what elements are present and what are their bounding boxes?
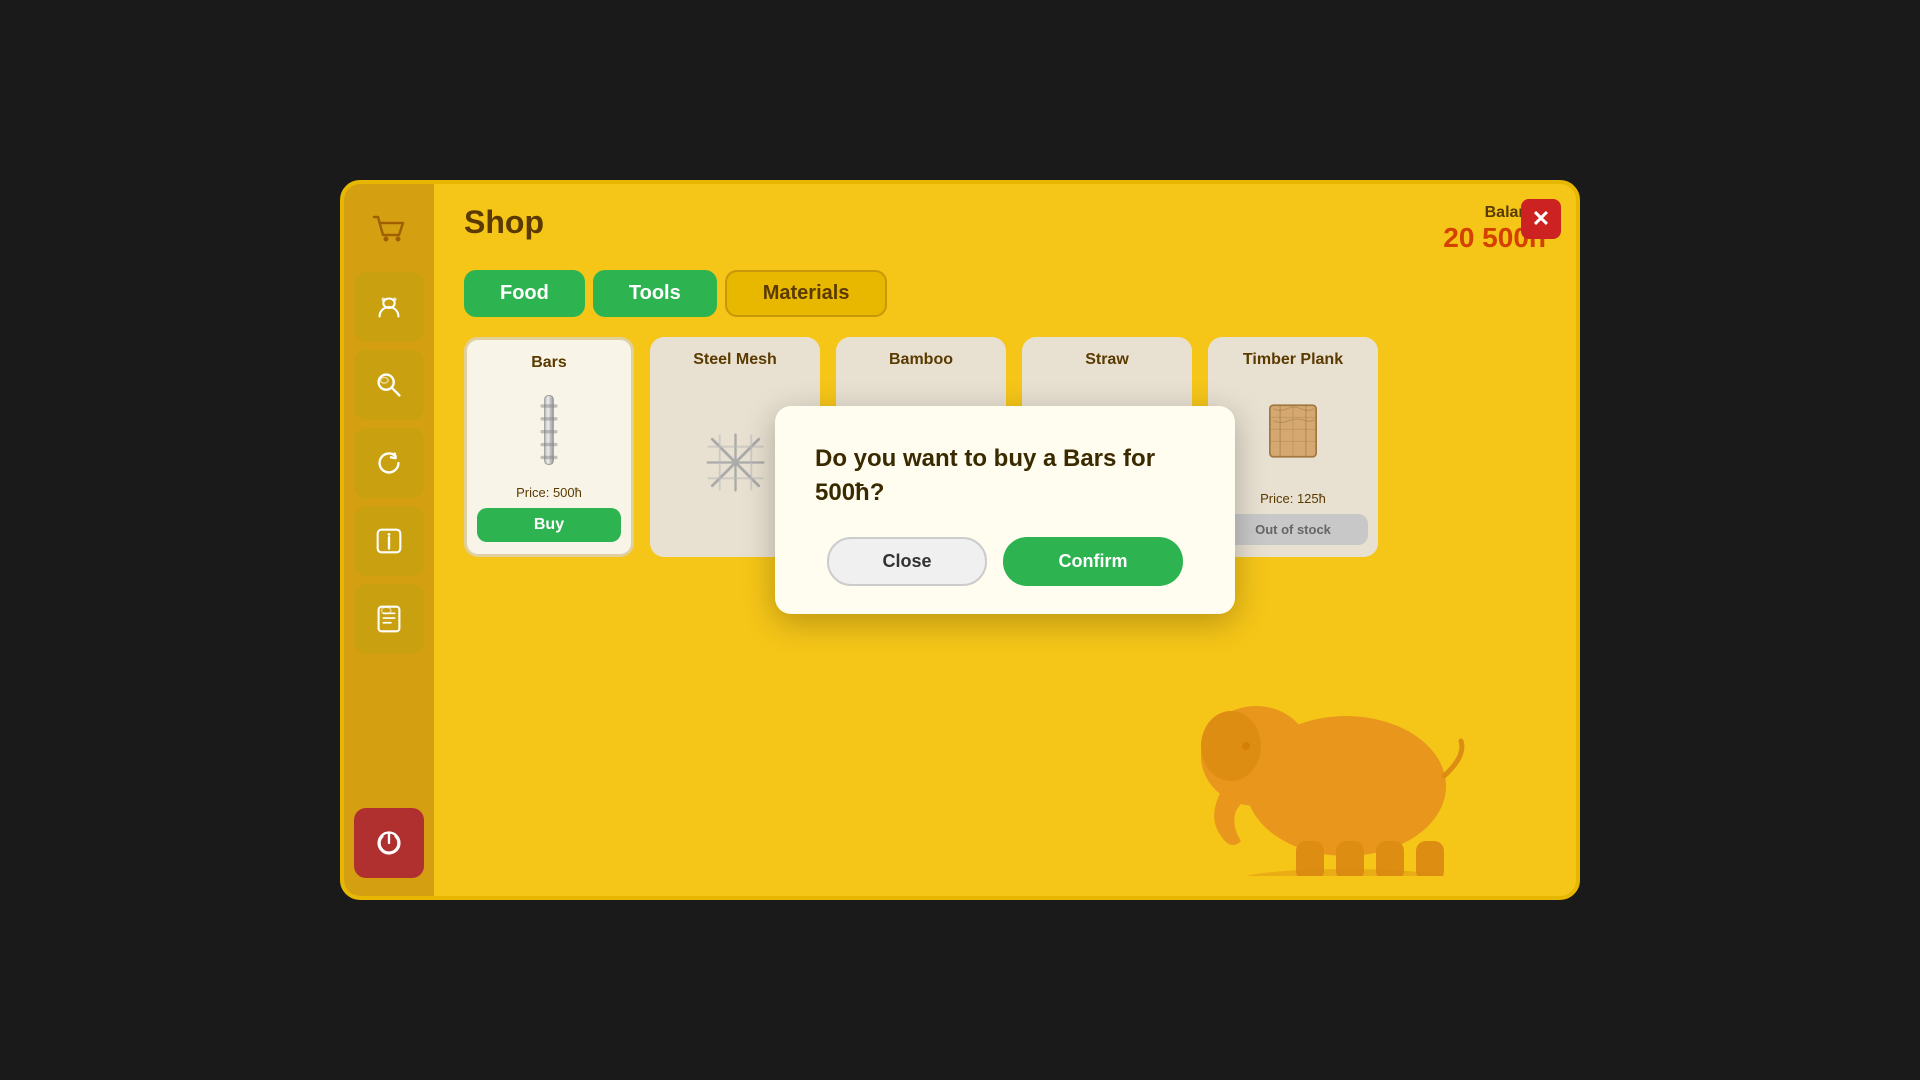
dialog-close-button[interactable]: Close [827,537,987,586]
main-window: ✕ Shop Balance 20 500ħ Food Tools Materi… [340,180,1580,900]
dialog-overlay: Do you want to buy a Bars for 500ħ? Clos… [434,184,1576,896]
shop-content: ✕ Shop Balance 20 500ħ Food Tools Materi… [434,184,1576,896]
dialog-confirm-button[interactable]: Confirm [1003,537,1183,586]
screen-background: ✕ Shop Balance 20 500ħ Food Tools Materi… [0,0,1920,1080]
sidebar-icon-search[interactable] [354,350,424,420]
sidebar-icon-home[interactable] [354,272,424,342]
sidebar-icon-book[interactable] [354,584,424,654]
sidebar-icon-cart[interactable] [354,194,424,264]
dialog-buttons: Close Confirm [815,537,1195,586]
sidebar-icon-info[interactable] [354,506,424,576]
dialog-question: Do you want to buy a Bars for 500ħ? [815,442,1195,509]
confirm-dialog: Do you want to buy a Bars for 500ħ? Clos… [775,406,1235,614]
sidebar-icon-power[interactable] [354,808,424,878]
sidebar-icon-refresh[interactable] [354,428,424,498]
sidebar [344,184,434,896]
